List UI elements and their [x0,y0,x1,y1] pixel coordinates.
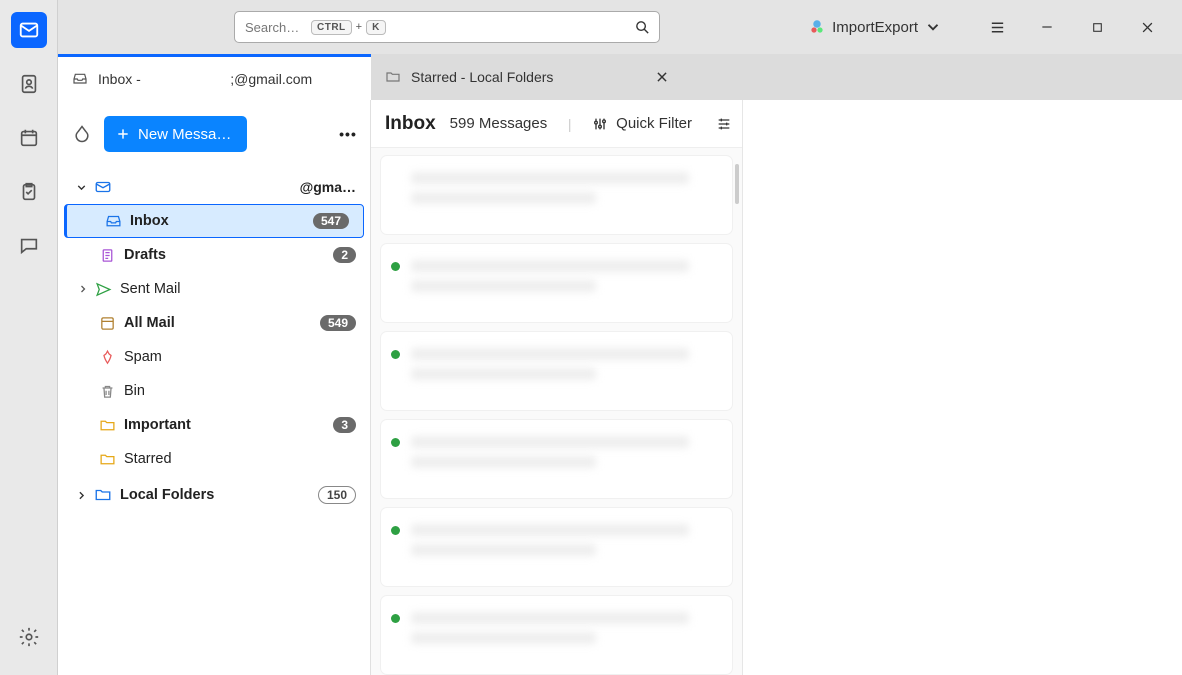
count-badge: 3 [333,417,356,433]
layout-button[interactable] [716,116,732,132]
maximize-window-button[interactable] [1072,7,1122,47]
chevron-right-icon [72,489,90,502]
count-badge: 2 [333,247,356,263]
close-icon[interactable] [655,70,669,84]
search-placeholder: Search… [245,20,299,35]
more-button[interactable]: ••• [336,122,360,146]
quick-filter-label: Quick Filter [616,115,692,132]
chevron-down-icon [72,181,90,194]
sidebar-item-allmail[interactable]: All Mail 549 [58,306,370,340]
inbox-icon [104,212,122,230]
list-item[interactable] [381,596,732,674]
tab-starred-label: Starred - Local Folders [411,69,553,85]
calendar-rail-button[interactable] [11,120,47,156]
message-list-pane: Inbox 599 Messages | Quick Filter [371,100,743,675]
sidebar-item-label: Starred [124,451,172,467]
account-row[interactable]: @gma… [58,170,370,204]
list-item[interactable] [381,156,732,234]
titlebar: Search… CTRL + K ImportExport [58,0,1182,54]
count-badge: 549 [320,315,356,331]
sidebar-item-label: Sent Mail [120,281,180,297]
list-item[interactable] [381,332,732,410]
import-export-button[interactable]: ImportExport [802,14,948,40]
spam-icon [98,348,116,366]
unread-dot-icon [391,350,400,359]
minimize-window-button[interactable] [1022,7,1072,47]
allmail-icon [98,314,116,332]
list-item[interactable] [381,420,732,498]
message-list[interactable] [371,148,742,675]
kbd-ctrl: CTRL [311,20,352,35]
tasks-rail-button[interactable] [11,174,47,210]
chevron-down-icon [924,18,942,36]
message-count: 599 Messages [450,115,548,132]
preview-pane [743,100,1182,675]
sidebar-item-starred[interactable]: Starred [58,442,370,476]
kbd-plus: + [356,21,362,33]
quick-filter-button[interactable]: Quick Filter [592,115,692,132]
list-item[interactable] [381,508,732,586]
unread-dot-icon [391,526,400,535]
app-menu-button[interactable] [972,7,1022,47]
icon-rail [0,0,58,675]
unread-dot-icon [391,614,400,623]
tab-starred[interactable]: Starred - Local Folders [371,54,683,100]
sidebar-item-label: Drafts [124,247,166,263]
folder-icon [385,69,401,85]
chat-rail-button[interactable] [11,228,47,264]
collapse-button[interactable] [70,122,94,146]
search-input[interactable]: Search… CTRL + K [234,11,660,43]
sidebar-item-label: Inbox [130,213,169,229]
count-badge: 150 [318,486,356,504]
sidebar-item-bin[interactable]: Bin [58,374,370,408]
mail-rail-button[interactable] [11,12,47,48]
folder-icon [94,486,112,504]
import-export-icon [808,18,826,36]
sidebar-item-local-folders[interactable]: Local Folders 150 [58,478,370,512]
sidebar-item-label: Bin [124,383,145,399]
unread-dot-icon [391,262,400,271]
inbox-icon [72,71,88,87]
list-item[interactable] [381,244,732,322]
folder-icon [98,450,116,468]
mail-account-icon [94,178,112,196]
sidebar-item-label: Spam [124,349,162,365]
sidebar-item-label: All Mail [124,315,175,331]
sidebar-item-label: Local Folders [120,487,214,503]
count-badge: 547 [313,213,349,229]
sidebar-item-inbox[interactable]: Inbox 547 [64,204,364,238]
tab-inbox-label: Inbox - ;@gmail.com [98,71,312,87]
unread-dot-icon [391,438,400,447]
folder-sidebar: New Messa… ••• @gma… [58,100,371,675]
new-message-label: New Messa… [138,126,231,143]
tabs: Inbox - ;@gmail.com Starred - Local Fold… [58,54,1182,100]
close-window-button[interactable] [1122,7,1172,47]
import-export-label: ImportExport [832,19,918,36]
trash-icon [98,382,116,400]
sent-icon [94,280,112,298]
contacts-rail-button[interactable] [11,66,47,102]
sidebar-item-sent[interactable]: Sent Mail [58,272,370,306]
account-label: @gma… [300,179,356,195]
tab-inbox[interactable]: Inbox - ;@gmail.com [58,54,371,100]
sidebar-item-spam[interactable]: Spam [58,340,370,374]
folder-title: Inbox [385,113,436,135]
sidebar-item-important[interactable]: Important 3 [58,408,370,442]
kbd-k: K [366,20,386,35]
search-icon [634,19,651,36]
folder-icon [98,416,116,434]
sidebar-item-drafts[interactable]: Drafts 2 [58,238,370,272]
sidebar-item-label: Important [124,417,191,433]
settings-rail-button[interactable] [11,619,47,655]
drafts-icon [98,246,116,264]
new-message-button[interactable]: New Messa… [104,116,247,152]
chevron-right-icon [76,283,90,295]
scrollbar[interactable] [735,164,739,204]
